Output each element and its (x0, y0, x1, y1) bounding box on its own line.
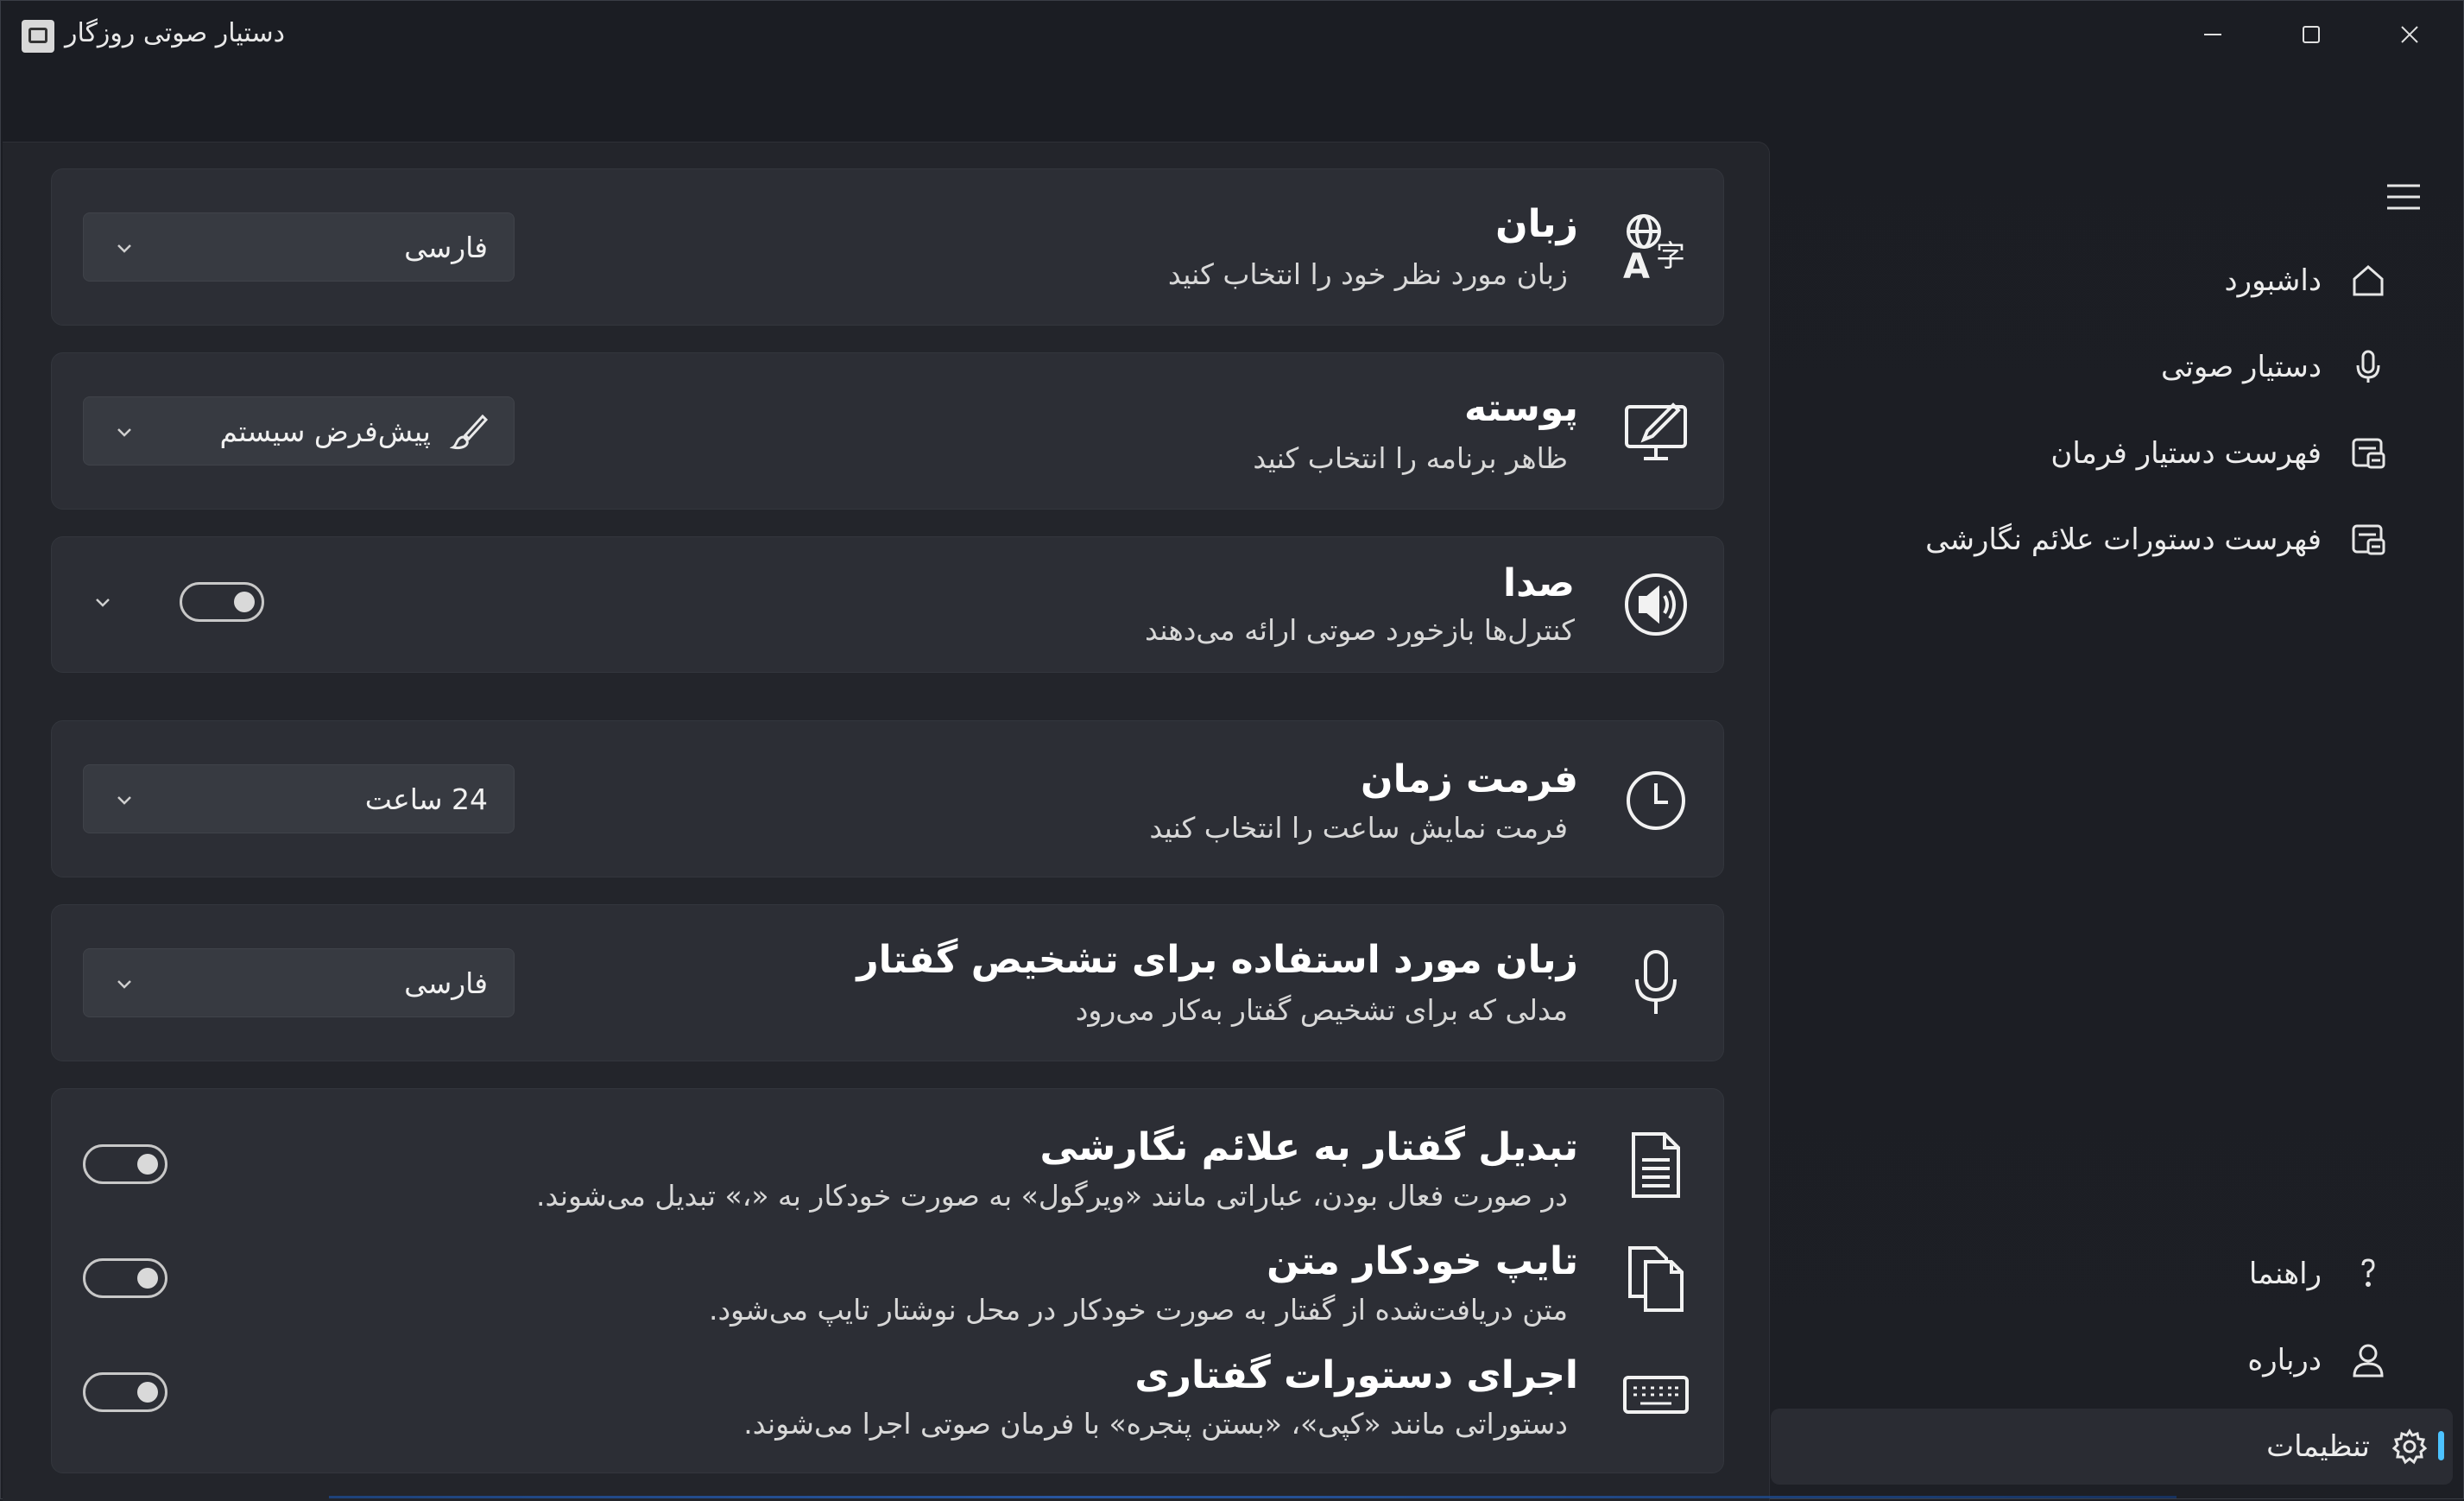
copy-icon (1621, 1244, 1690, 1314)
brush-icon (450, 414, 488, 449)
theme-dropdown[interactable]: پیش‌فرض سیستم (83, 396, 515, 466)
nav-label: راهنما (2248, 1257, 2322, 1291)
speech-language-description: مدلی که برای تشخیص گفتار به‌کار می‌رود (1075, 993, 1568, 1027)
clock-icon (1621, 766, 1690, 835)
nav-label: تنظیمات (2266, 1429, 2370, 1464)
toggle-knob (137, 1268, 158, 1289)
settings-content: A 字 زبان زبان مورد نظر خود را انتخاب کنی… (3, 142, 1770, 1501)
person-icon (2349, 1341, 2387, 1379)
expand-chevron-icon[interactable] (92, 591, 114, 613)
chevron-down-icon (117, 796, 131, 805)
sound-card[interactable]: صدا کنترل‌ها بازخورد صوتی ارائه می‌دهند (51, 536, 1724, 673)
voice-commands-toggle[interactable] (83, 1372, 167, 1412)
punctuation-title: تبدیل گفتار به علائم نگارشی (1039, 1125, 1578, 1169)
close-button[interactable] (2384, 13, 2436, 56)
auto-type-title: تایپ خودکار متن (1267, 1239, 1578, 1283)
language-description: زبان مورد نظر خود را انتخاب کنید (1167, 257, 1568, 291)
time-format-card: فرمت زمان فرمت نمایش ساعت را انتخاب کنید… (51, 720, 1724, 877)
svg-text:字: 字 (1656, 239, 1685, 274)
toggle-knob (234, 592, 255, 612)
hamburger-icon (2387, 184, 2420, 210)
theme-icon (1621, 396, 1690, 466)
chevron-down-icon (117, 980, 131, 989)
selection-indicator (2438, 1431, 2444, 1460)
theme-value: پیش‌فرض سیستم (219, 415, 431, 448)
time-format-dropdown[interactable]: 24 ساعت (83, 764, 515, 833)
app-logo-icon (22, 20, 54, 53)
nav-item-about[interactable]: درباره (1738, 1326, 2429, 1395)
document-icon (1621, 1130, 1690, 1200)
nav-item-voice-assistant[interactable]: دستیار صوتی (1738, 332, 2429, 402)
nav-label: درباره (2247, 1343, 2322, 1378)
gear-icon (2391, 1428, 2429, 1466)
help-icon (2349, 1255, 2387, 1293)
auto-type-toggle[interactable] (83, 1258, 167, 1298)
window-title: دستیار صوتی روزگار (65, 18, 285, 48)
speech-language-value: فارسی (404, 966, 488, 1000)
close-icon (2401, 26, 2418, 43)
speech-language-dropdown[interactable]: فارسی (83, 948, 515, 1017)
theme-card: پوسته ظاهر برنامه را انتخاب کنید پیش‌فرض… (51, 352, 1724, 510)
minimize-icon (2204, 34, 2221, 35)
language-card: A 字 زبان زبان مورد نظر خود را انتخاب کنی… (51, 168, 1724, 326)
chevron-down-icon (117, 244, 131, 253)
nav-item-dashboard[interactable]: داشبورد (1738, 246, 2429, 315)
punctuation-toggle[interactable] (83, 1144, 167, 1184)
svg-text:A: A (1623, 247, 1650, 282)
speaker-icon (1621, 570, 1690, 639)
theme-description: ظاهر برنامه را انتخاب کنید (1253, 441, 1568, 475)
sound-title: صدا (1502, 561, 1575, 605)
app-window: دستیار صوتی روزگار A 字 زبان زبان مورد نظ… (0, 0, 2464, 1501)
language-icon: A 字 (1621, 212, 1690, 287)
time-format-title: فرمت زمان (1361, 757, 1578, 801)
nav-item-help[interactable]: راهنما (1738, 1239, 2429, 1308)
auto-type-description: متن دریافت‌شده از گفتار به صورت خودکار د… (708, 1293, 1568, 1327)
chevron-down-icon (117, 428, 131, 437)
microphone-icon (2349, 348, 2387, 386)
nav-item-punctuation-list[interactable]: فهرست دستورات علائم نگارشی (1738, 505, 2429, 574)
list-icon (2349, 521, 2387, 559)
language-value: فارسی (404, 231, 488, 264)
keyboard-icon (1621, 1358, 1690, 1428)
speech-features-card: تبدیل گفتار به علائم نگارشی در صورت فعال… (51, 1088, 1724, 1473)
language-title: زبان (1495, 202, 1578, 246)
toggle-knob (137, 1382, 158, 1403)
nav-label: داشبورد (2224, 263, 2322, 298)
speech-language-card: زبان مورد استفاده برای تشخیص گفتار مدلی … (51, 904, 1724, 1061)
nav-item-command-list[interactable]: فهرست دستیار فرمان (1738, 419, 2429, 488)
language-dropdown[interactable]: فارسی (83, 212, 515, 282)
maximize-icon (2303, 26, 2320, 43)
punctuation-description: در صورت فعال بودن، عباراتی مانند «ویرگول… (536, 1179, 1568, 1213)
nav-label: دستیار صوتی (2161, 350, 2322, 384)
voice-commands-description: دستوراتی مانند «کپی»، «بستن پنجره» با فر… (743, 1407, 1568, 1441)
sound-toggle[interactable] (180, 582, 264, 622)
time-format-value: 24 ساعت (364, 782, 488, 816)
voice-commands-title: اجرای دستورات گفتاری (1134, 1353, 1578, 1397)
speech-language-title: زبان مورد استفاده برای تشخیص گفتار (856, 938, 1578, 982)
sound-description: کنترل‌ها بازخورد صوتی ارائه می‌دهند (1145, 613, 1575, 647)
menu-toggle-button[interactable] (2380, 174, 2427, 220)
nav-label: فهرست دستورات علائم نگارشی (1925, 522, 2322, 557)
taskbar-accent (329, 1496, 2177, 1498)
maximize-button[interactable] (2285, 13, 2337, 56)
microphone-icon (1621, 948, 1690, 1017)
time-format-description: فرمت نمایش ساعت را انتخاب کنید (1149, 811, 1568, 845)
list-icon (2349, 434, 2387, 472)
theme-title: پوسته (1463, 386, 1578, 430)
title-bar: دستیار صوتی روزگار (1, 1, 2463, 73)
toggle-knob (137, 1154, 158, 1175)
minimize-button[interactable] (2187, 13, 2239, 56)
nav-label: فهرست دستیار فرمان (2050, 436, 2322, 471)
nav-item-settings[interactable]: تنظیمات (1771, 1409, 2453, 1485)
home-icon (2349, 262, 2387, 300)
